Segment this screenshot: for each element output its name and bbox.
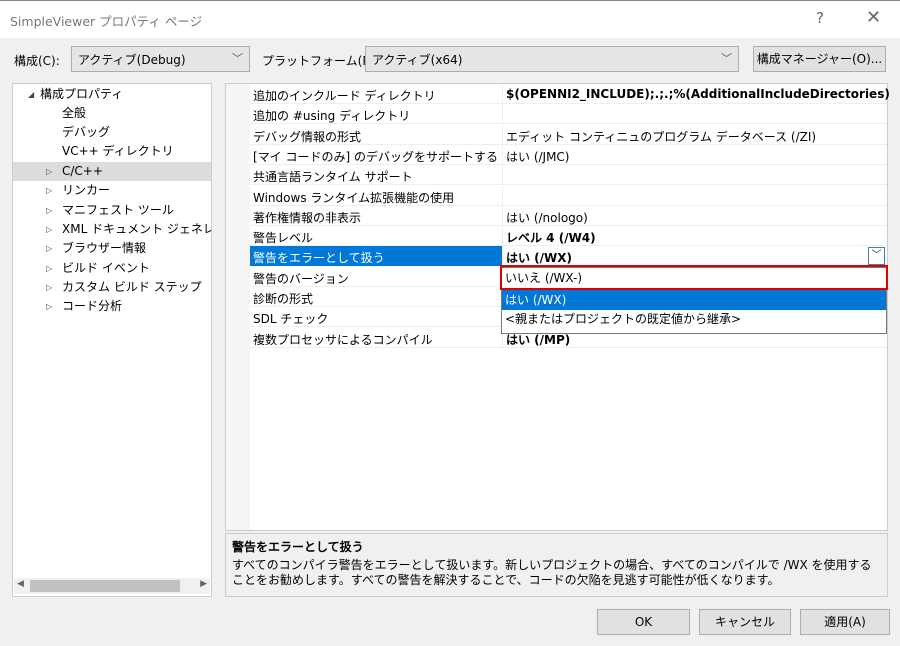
config-value: アクティブ(Debug) (78, 53, 186, 67)
property-row[interactable]: 警告レベル レベル 4 (/W4) (250, 226, 887, 247)
property-name: 警告レベル (253, 231, 314, 246)
property-value[interactable]: はい (/nologo) (506, 209, 588, 226)
column-divider[interactable] (502, 205, 503, 226)
config-manager-button[interactable]: 構成マネージャー(O)... (753, 46, 886, 72)
column-divider[interactable] (502, 84, 503, 104)
option-yes-wx[interactable]: はい (/WX) (502, 290, 886, 310)
horizontal-scrollbar[interactable]: ◀ ▶ (14, 578, 210, 594)
chevron-down-icon: ﹀ (721, 52, 732, 65)
apply-button[interactable]: 適用(A) (800, 609, 890, 635)
scroll-left-icon[interactable]: ◀ (17, 579, 24, 589)
tree-item[interactable]: ▷ カスタム ビルド ステップ (13, 278, 211, 297)
property-name: 複数プロセッサによるコンパイル (253, 332, 433, 347)
property-name: SDL チェック (253, 312, 329, 327)
collapsed-triangle-icon[interactable]: ▷ (46, 201, 52, 220)
tree-item[interactable]: ▷ XML ドキュメント ジェネレーター (13, 220, 211, 239)
close-button[interactable]: ✕ (866, 7, 881, 28)
tree-label: XML ドキュメント ジェネレーター (62, 221, 211, 236)
column-divider[interactable] (502, 226, 503, 247)
collapsed-triangle-icon[interactable]: ▷ (46, 259, 52, 278)
tree-label: コード分析 (62, 299, 123, 314)
collapsed-triangle-icon[interactable]: ▷ (46, 297, 52, 316)
tree-item-root[interactable]: ◢ 構成プロパティ (13, 85, 211, 104)
highlight-box (500, 265, 888, 290)
tree-label: カスタム ビルド ステップ (62, 279, 202, 294)
column-divider[interactable] (502, 144, 503, 165)
tree-label: リンカー (62, 183, 111, 198)
scrollbar-thumb[interactable] (30, 580, 180, 592)
description-panel: 警告をエラーとして扱う すべてのコンパイラ警告をエラーとして扱います。新しいプロ… (225, 533, 888, 597)
property-value[interactable]: はい (/JMC) (506, 148, 570, 165)
collapsed-triangle-icon[interactable]: ▷ (46, 220, 52, 239)
column-divider[interactable] (502, 185, 503, 206)
tree-label: ビルド イベント (62, 260, 150, 275)
property-row[interactable]: [マイ コードのみ] のデバッグをサポートする はい (/JMC) (250, 144, 887, 165)
property-name: 共通言語ランタイム サポート (253, 170, 413, 185)
tree-label: ブラウザー情報 (62, 241, 147, 256)
property-row[interactable]: 著作権情報の非表示 はい (/nologo) (250, 205, 887, 226)
chevron-down-icon: ﹀ (232, 52, 243, 65)
property-row[interactable]: 追加の #using ディレクトリ (250, 104, 887, 125)
scroll-right-icon[interactable]: ▶ (200, 579, 207, 589)
collapsed-triangle-icon[interactable]: ▷ (46, 278, 52, 297)
tree-label: VC++ ディレクトリ (62, 144, 174, 158)
property-name: デバッグ情報の形式 (253, 129, 362, 144)
description-title: 警告をエラーとして扱う (232, 540, 364, 554)
property-name: 追加のインクルード ディレクトリ (253, 89, 436, 103)
property-name: [マイ コードのみ] のデバッグをサポートする (253, 149, 498, 164)
platform-value: アクティブ(x64) (372, 53, 463, 67)
tree-item[interactable]: ▷ マニフェスト ツール (13, 201, 211, 220)
column-divider[interactable] (502, 124, 503, 145)
config-label: 構成(C): (14, 54, 60, 68)
config-select[interactable]: アクティブ(Debug) ﹀ (71, 46, 250, 72)
tree-label: C/C++ (62, 164, 103, 178)
property-name: 著作権情報の非表示 (253, 210, 362, 225)
tree-label: マニフェスト ツール (62, 202, 174, 217)
collapsed-triangle-icon[interactable]: ▷ (46, 239, 52, 258)
column-divider[interactable] (502, 246, 503, 267)
property-name: Windows ランタイム拡張機能の使用 (253, 190, 455, 205)
property-row[interactable]: デバッグ情報の形式 エディット コンティニュのプログラム データベース (/ZI) (250, 124, 887, 145)
property-name: 追加の #using ディレクトリ (253, 109, 411, 124)
column-divider[interactable] (502, 165, 503, 186)
property-value[interactable]: エディット コンティニュのプログラム データベース (/ZI) (506, 128, 816, 145)
platform-select[interactable]: アクティブ(x64) ﹀ (365, 46, 739, 72)
ok-button[interactable]: OK (597, 609, 690, 635)
cancel-button[interactable]: キャンセル (699, 609, 791, 635)
expanded-triangle-icon: ◢ (28, 90, 35, 99)
window-title: SimpleViewer プロパティ ページ (10, 14, 203, 29)
tree-item[interactable]: ▷ ビルド イベント (13, 259, 211, 278)
property-name: 診断の形式 (253, 292, 314, 306)
tree-label: 全般 (62, 106, 87, 120)
tree-item-general[interactable]: 全般 (13, 104, 211, 123)
property-tree: ◢ 構成プロパティ 全般 デバッグ VC++ ディレクトリ ▷ C/C++ ▷ リンカー… (12, 83, 212, 597)
grid-gutter (226, 84, 250, 530)
description-body: すべてのコンパイラ警告をエラーとして扱います。新しいプロジェクトの場合、すべての… (232, 558, 872, 587)
property-row[interactable]: 警告をエラーとして扱う はい (/WX) (250, 246, 887, 267)
property-row[interactable]: 共通言語ランタイム サポート (250, 165, 887, 186)
tree-label: デバッグ (62, 125, 111, 139)
tree-item[interactable]: ▷ C/C++ (13, 162, 211, 181)
title-bar: SimpleViewer プロパティ ページ ? ✕ (0, 0, 900, 38)
platform-label: プラットフォーム(P): (262, 54, 379, 68)
option-inherit[interactable]: <親またはプロジェクトの既定値から継承> (502, 309, 886, 329)
collapsed-triangle-icon[interactable]: ▷ (46, 162, 52, 181)
collapsed-triangle-icon[interactable]: ▷ (46, 181, 52, 200)
property-row[interactable]: 追加のインクルード ディレクトリ $(OPENNI2_INCLUDE);.;.;%… (250, 84, 890, 104)
column-divider[interactable] (502, 104, 503, 125)
property-name: 警告をエラーとして扱う (253, 251, 385, 266)
property-value[interactable]: はい (/WX) (506, 249, 572, 266)
tree-label: 構成プロパティ (40, 87, 124, 101)
tree-item-vc-dirs[interactable]: VC++ ディレクトリ (13, 142, 211, 161)
tree-item[interactable]: ▷ コード分析 (13, 297, 211, 316)
tree-item[interactable]: ▷ リンカー (13, 181, 211, 200)
help-button[interactable]: ? (816, 9, 824, 27)
tree-item[interactable]: ▷ ブラウザー情報 (13, 239, 211, 258)
property-row[interactable]: Windows ランタイム拡張機能の使用 (250, 185, 887, 206)
property-value[interactable]: $(OPENNI2_INCLUDE);.;.;%(AdditionalInclu… (506, 87, 890, 101)
tree-item-debug[interactable]: デバッグ (13, 123, 211, 142)
property-name: 警告のバージョン (253, 271, 349, 286)
dropdown-button[interactable]: ﹀ (868, 247, 885, 265)
property-value[interactable]: レベル 4 (/W4) (506, 229, 596, 246)
